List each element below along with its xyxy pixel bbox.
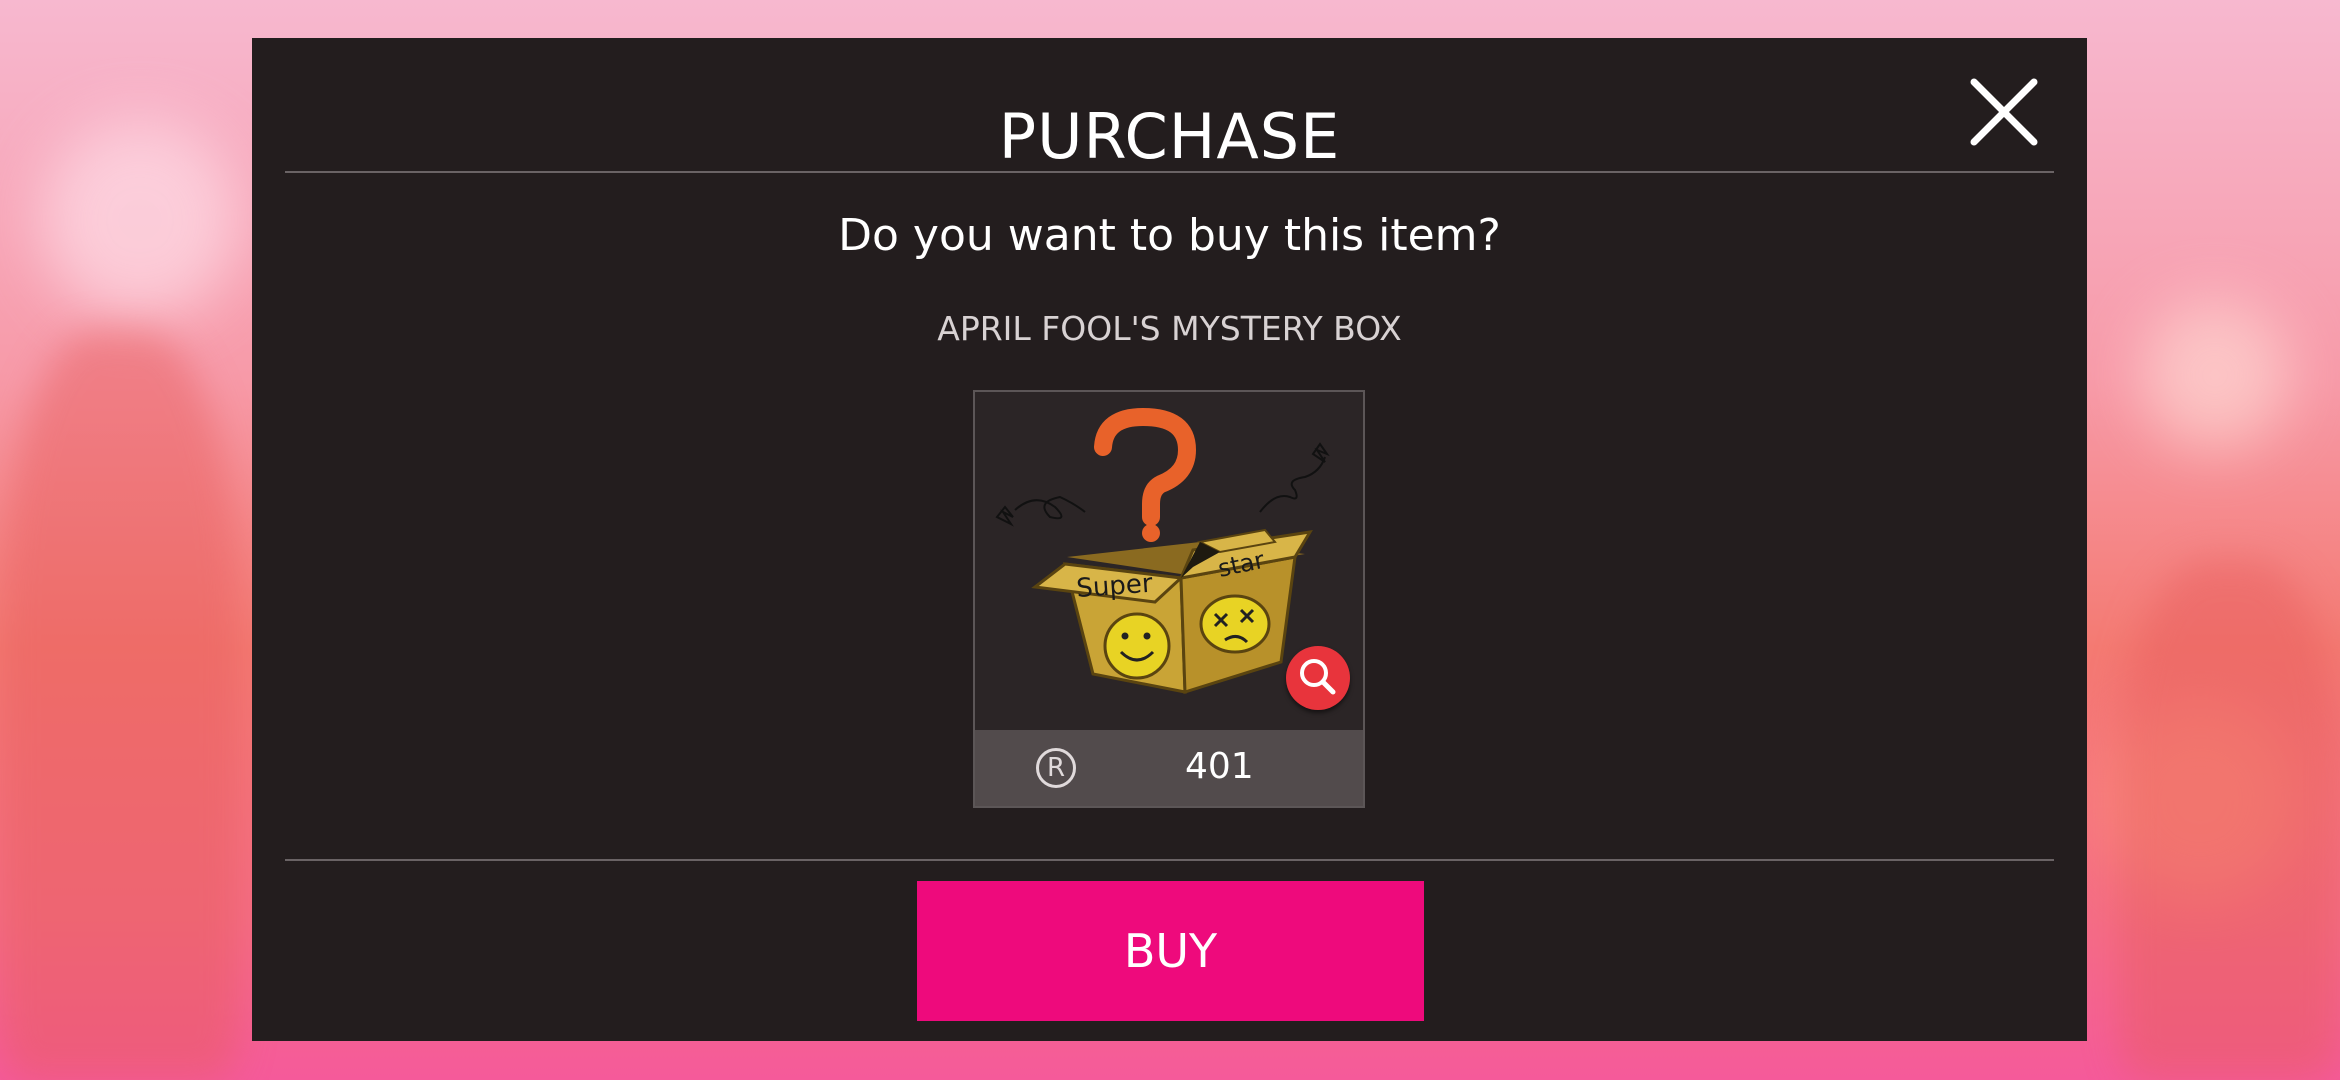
divider-top <box>285 171 2054 173</box>
close-button[interactable] <box>1966 74 2042 150</box>
item-card: Super star R 401 <box>973 390 1365 808</box>
purchase-dialog: PURCHASE Do you want to buy this item? A… <box>252 38 2087 1041</box>
dialog-title: PURCHASE <box>998 100 1341 173</box>
background-crowd <box>2120 560 2340 1080</box>
close-icon <box>1970 78 2038 146</box>
magnifier-icon <box>1300 659 1336 695</box>
zoom-button[interactable] <box>1286 646 1350 710</box>
price-bar: R 401 <box>975 730 1363 806</box>
purchase-question: Do you want to buy this item? <box>838 210 1501 261</box>
currency-r-icon: R <box>1036 748 1076 788</box>
item-price: 401 <box>1185 746 1254 787</box>
background-crowd <box>0 330 240 1080</box>
buy-button[interactable]: BUY <box>917 881 1424 1021</box>
divider-bottom <box>285 859 2054 861</box>
item-name: APRIL FOOL'S MYSTERY BOX <box>937 309 1402 348</box>
box-label-left: Super <box>1075 569 1153 604</box>
background-light <box>2140 300 2290 450</box>
background-light <box>40 120 240 320</box>
